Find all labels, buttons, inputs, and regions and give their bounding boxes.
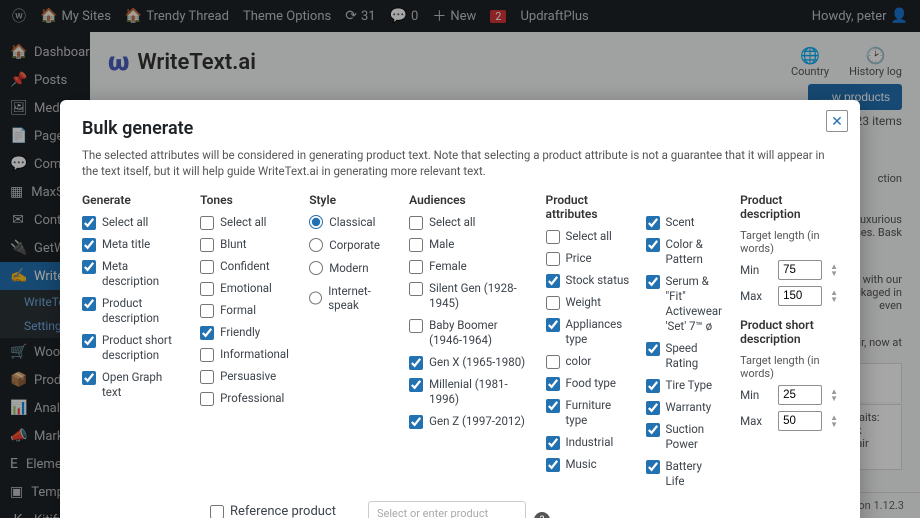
option-checkbox[interactable]: Silent Gen (1928-1945) <box>409 281 527 311</box>
option-checkbox[interactable]: Gen Z (1997-2012) <box>409 414 527 429</box>
reference-product-checkbox[interactable]: Reference product (BETA) <box>210 504 360 518</box>
option-checkbox[interactable]: Scent <box>646 215 723 230</box>
chevron-down-icon: ▾ <box>511 514 517 518</box>
option-checkbox[interactable]: Select all <box>82 215 182 230</box>
option-checkbox[interactable]: Blunt <box>200 237 291 252</box>
close-icon: ✕ <box>831 113 843 130</box>
option-checkbox[interactable]: Millenial (1981-1996) <box>409 377 527 407</box>
desc-min-input[interactable] <box>778 260 822 280</box>
modal-description: The selected attributes will be consider… <box>82 147 838 179</box>
option-checkbox[interactable]: Stock status <box>546 273 634 288</box>
desc-max-input[interactable] <box>778 286 822 306</box>
option-checkbox[interactable]: Baby Boomer (1946-1964) <box>409 318 527 348</box>
option-checkbox[interactable]: Meta description <box>82 259 182 289</box>
option-checkbox[interactable]: Friendly <box>200 325 291 340</box>
option-checkbox[interactable]: Professional <box>200 391 291 406</box>
option-checkbox[interactable]: Formal <box>200 303 291 318</box>
reference-product-select[interactable]: Select or enter product name▾ <box>368 501 526 518</box>
desc-heading: Product description <box>740 193 838 221</box>
option-checkbox[interactable]: Select all <box>409 215 527 230</box>
option-checkbox[interactable]: Select all <box>546 229 634 244</box>
short-max-input[interactable] <box>778 411 822 431</box>
option-checkbox[interactable]: Color & Pattern <box>646 237 723 267</box>
option-checkbox[interactable]: Gen X (1965-1980) <box>409 355 527 370</box>
option-checkbox[interactable]: Music <box>546 457 634 472</box>
option-checkbox[interactable]: Persuasive <box>200 369 291 384</box>
option-checkbox[interactable]: Warranty <box>646 400 723 415</box>
option-checkbox[interactable]: Food type <box>546 376 634 391</box>
option-radio[interactable]: Corporate <box>309 238 391 252</box>
option-checkbox[interactable]: Female <box>409 259 527 274</box>
modal-title: Bulk generate <box>82 118 838 139</box>
option-checkbox[interactable]: color <box>546 354 634 369</box>
option-checkbox[interactable]: Serum & "Fit" Activewear 'Set' 7™ ø <box>646 274 723 334</box>
option-checkbox[interactable]: Industrial <box>546 435 634 450</box>
option-checkbox[interactable]: Emotional <box>200 281 291 296</box>
option-radio[interactable]: Modern <box>309 261 391 275</box>
option-checkbox[interactable]: Tire Type <box>646 378 723 393</box>
option-checkbox[interactable]: Suction Power <box>646 422 723 452</box>
option-radio[interactable]: Internet-speak <box>309 284 391 312</box>
short-min-input[interactable] <box>778 385 822 405</box>
option-checkbox[interactable]: Weight <box>546 295 634 310</box>
option-checkbox[interactable]: Open Graph text <box>82 370 182 400</box>
option-checkbox[interactable]: Speed Rating <box>646 341 723 371</box>
option-checkbox[interactable]: Price <box>546 251 634 266</box>
close-button[interactable]: ✕ <box>826 110 848 132</box>
stepper-icon[interactable]: ▲▼ <box>830 388 838 402</box>
option-checkbox[interactable]: Confident <box>200 259 291 274</box>
option-radio[interactable]: Classical <box>309 215 391 229</box>
stepper-icon[interactable]: ▲▼ <box>830 414 838 428</box>
help-icon[interactable]: ? <box>534 512 550 518</box>
option-checkbox[interactable]: Furniture type <box>546 398 634 428</box>
option-checkbox[interactable]: Meta title <box>82 237 182 252</box>
stepper-icon[interactable]: ▲▼ <box>830 289 838 303</box>
bulk-generate-modal: ✕ Bulk generate The selected attributes … <box>60 100 860 518</box>
option-checkbox[interactable]: Battery Life <box>646 459 723 489</box>
option-checkbox[interactable]: Male <box>409 237 527 252</box>
option-checkbox[interactable]: Product short description <box>82 333 182 363</box>
modal-overlay: ✕ Bulk generate The selected attributes … <box>0 0 920 518</box>
short-desc-heading: Product short description <box>740 318 838 346</box>
option-checkbox[interactable]: Product description <box>82 296 182 326</box>
option-checkbox[interactable]: Informational <box>200 347 291 362</box>
stepper-icon[interactable]: ▲▼ <box>830 263 838 277</box>
option-checkbox[interactable]: Appliances type <box>546 317 634 347</box>
option-checkbox[interactable]: Select all <box>200 215 291 230</box>
